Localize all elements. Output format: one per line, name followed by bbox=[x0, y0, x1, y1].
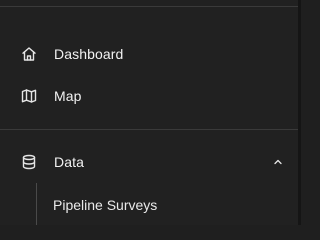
nav-subitem-label: Pipeline Surveys bbox=[53, 197, 158, 213]
nav-item-data[interactable]: Data bbox=[0, 142, 298, 182]
sidebar-right-border bbox=[298, 0, 301, 225]
chevron-up-icon[interactable] bbox=[272, 156, 284, 168]
section-divider bbox=[0, 129, 298, 130]
navigation-sidebar: Dashboard Map Data Pipeline Surveys bbox=[0, 0, 301, 225]
nav-label-map: Map bbox=[54, 88, 82, 104]
map-icon bbox=[21, 88, 37, 104]
nav-label-data: Data bbox=[54, 154, 84, 170]
nav-label-dashboard: Dashboard bbox=[54, 46, 124, 62]
top-divider bbox=[0, 6, 298, 7]
nav-item-map[interactable]: Map bbox=[0, 76, 298, 116]
nav-subitem-pipeline-surveys[interactable]: Pipeline Surveys bbox=[37, 185, 298, 225]
nav-item-dashboard[interactable]: Dashboard bbox=[0, 34, 298, 74]
home-icon bbox=[21, 46, 37, 62]
database-icon bbox=[21, 154, 37, 170]
